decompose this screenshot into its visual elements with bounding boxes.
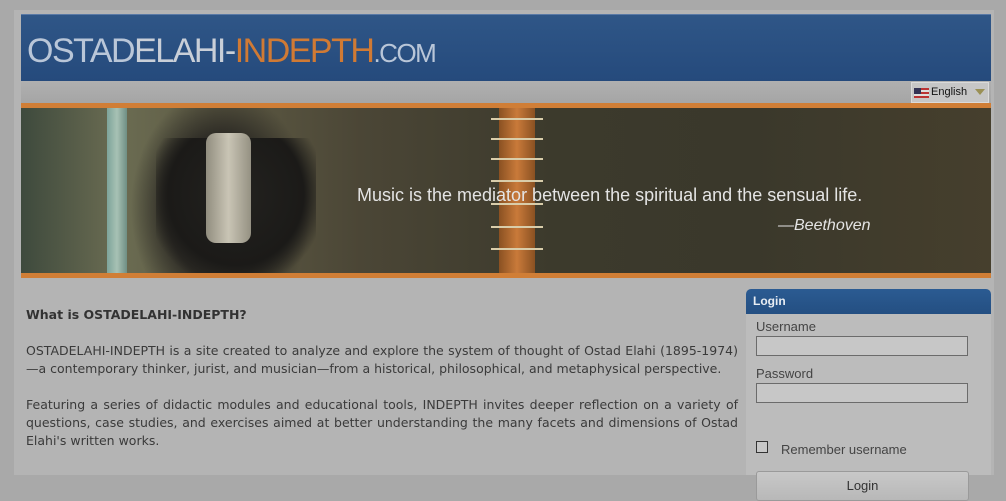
banner-quote: Music is the mediator between the spirit…	[357, 185, 863, 205]
site-logo[interactable]: OSTADELAHI-INDEPTH.COM	[27, 31, 437, 73]
logo-part-2: ELAHI-	[134, 32, 236, 70]
language-selector[interactable]: English	[911, 82, 989, 103]
us-flag-icon	[914, 88, 929, 98]
content-paragraph-2: Featuring a series of didactic modules a…	[26, 397, 738, 448]
instrument-fret	[491, 180, 543, 182]
username-label: Username	[756, 319, 816, 334]
hero-banner: Music is the mediator between the spirit…	[21, 103, 991, 278]
site-header: OSTADELAHI-INDEPTH.COM	[21, 14, 991, 82]
language-bar: English	[21, 81, 991, 103]
password-input[interactable]	[756, 383, 968, 403]
content-heading: What is OSTADELAHI-INDEPTH?	[26, 307, 247, 322]
login-button[interactable]: Login	[756, 471, 969, 501]
remember-label: Remember username	[781, 442, 907, 457]
banner-pole-image	[107, 108, 127, 273]
content-paragraph-1: OSTADELAHI-INDEPTH is a site created to …	[26, 343, 738, 376]
dropdown-arrow-icon	[975, 89, 985, 95]
language-label: English	[931, 86, 968, 98]
page: OSTADELAHI-INDEPTH.COM English Music is …	[14, 10, 994, 501]
logo-part-1: OSTAD	[27, 32, 136, 70]
banner-collar-image	[206, 133, 251, 243]
logo-part-4: .COM	[373, 38, 436, 68]
login-title: Login	[746, 289, 991, 314]
password-label: Password	[756, 366, 814, 381]
instrument-fret	[491, 118, 543, 120]
remember-checkbox[interactable]	[756, 441, 768, 453]
main-content: What is OSTADELAHI-INDEPTH? OSTADELAHI-I…	[26, 288, 738, 450]
instrument-fret	[491, 158, 543, 160]
logo-part-3: INDEPTH	[234, 32, 375, 70]
username-input[interactable]	[756, 336, 968, 356]
instrument-fret	[491, 226, 543, 228]
login-form: Username Password Remember username Logi…	[746, 314, 991, 501]
instrument-fret	[491, 138, 543, 140]
instrument-fret	[491, 248, 543, 250]
banner-quote-author: —Beethoven	[778, 217, 871, 234]
login-panel: Login Username Password Remember usernam…	[746, 289, 991, 501]
